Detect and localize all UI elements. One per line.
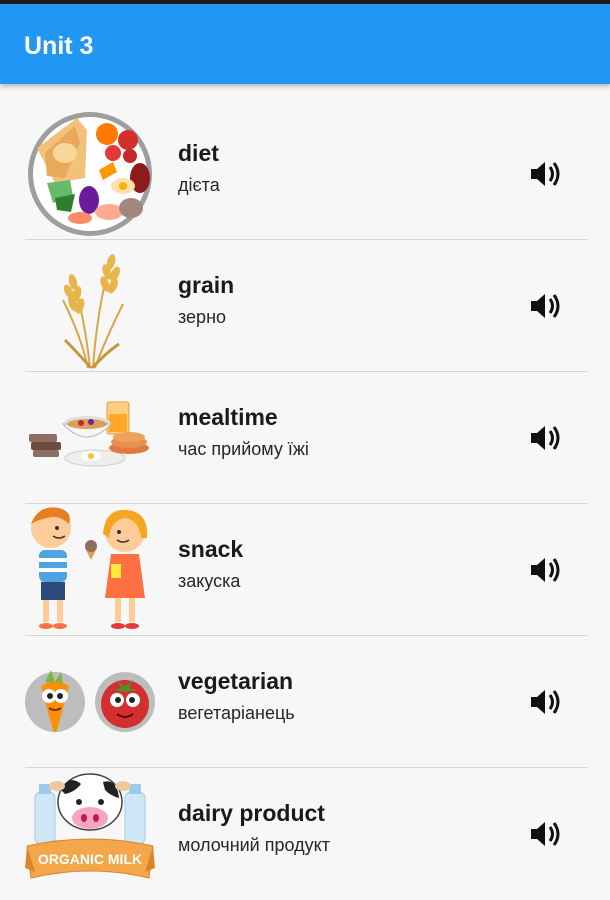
play-audio-button[interactable] — [526, 554, 566, 586]
play-audio-button[interactable] — [526, 422, 566, 454]
translation-label: час прийому їжі — [178, 439, 309, 459]
translation-label: зерно — [178, 307, 227, 327]
word-label: grain — [178, 272, 235, 298]
list-item[interactable]: snack закуска — [0, 504, 610, 636]
list-item[interactable]: ORGANIC MILK dairy product молочний прод… — [0, 768, 610, 900]
breakfast-image — [25, 372, 155, 502]
organic-milk-label: ORGANIC MILK — [38, 851, 142, 867]
vocabulary-list[interactable]: diet дієта grain зерно mealtime час прий… — [0, 108, 610, 900]
translation-label: молочний продукт — [178, 835, 330, 855]
play-audio-button[interactable] — [526, 818, 566, 850]
kids-snack-image — [25, 504, 155, 634]
word-label: mealtime — [178, 404, 278, 430]
carrot-tomato-image — [25, 636, 155, 766]
play-audio-button[interactable] — [526, 686, 566, 718]
list-item[interactable]: vegetarian вегетаріанець — [0, 636, 610, 768]
speaker-icon — [531, 822, 560, 846]
page-title: Unit 3 — [24, 32, 94, 60]
list-item[interactable]: mealtime час прийому їжі — [0, 372, 610, 504]
organic-milk-image: ORGANIC MILK — [25, 768, 155, 898]
word-label: vegetarian — [178, 668, 294, 694]
list-item[interactable]: grain зерно — [0, 240, 610, 372]
word-label: diet — [178, 140, 219, 166]
word-label: dairy product — [178, 800, 325, 826]
food-plate-image — [25, 108, 155, 238]
speaker-icon — [531, 162, 560, 186]
play-audio-button[interactable] — [526, 290, 566, 322]
translation-label: закуска — [178, 571, 241, 591]
app-bar: Unit 3 — [0, 4, 610, 84]
play-audio-button[interactable] — [526, 158, 566, 190]
translation-label: дієта — [178, 175, 220, 195]
speaker-icon — [531, 294, 560, 318]
translation-label: вегетаріанець — [178, 703, 295, 723]
word-label: snack — [178, 536, 244, 562]
wheat-image — [25, 240, 155, 370]
list-item[interactable]: diet дієта — [0, 108, 610, 240]
speaker-icon — [531, 690, 560, 714]
speaker-icon — [531, 426, 560, 450]
speaker-icon — [531, 558, 560, 582]
